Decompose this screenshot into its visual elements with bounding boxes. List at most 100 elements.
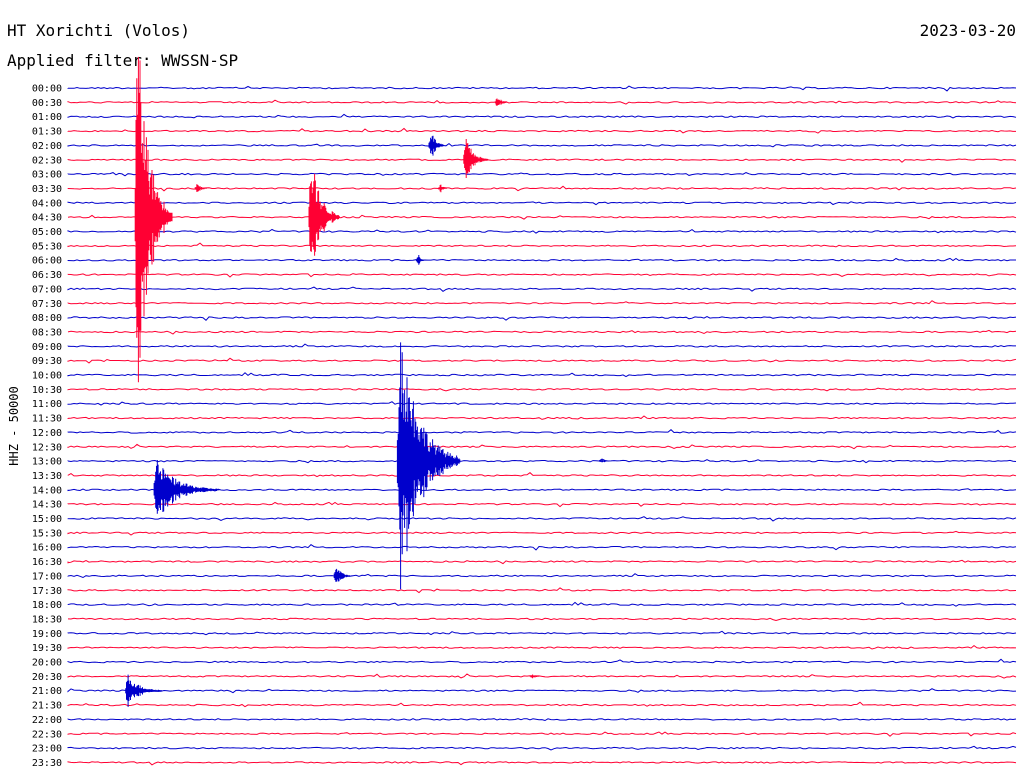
- row-label-1530: 15:30: [32, 528, 62, 539]
- trace-row-1830: [67, 617, 1017, 622]
- trace-row-0630: [67, 273, 1017, 278]
- trace-row-2230: [67, 731, 1017, 737]
- row-label-0200: 02:00: [32, 141, 62, 152]
- row-label-1630: 16:30: [32, 557, 62, 568]
- row-label-0100: 01:00: [32, 112, 62, 123]
- trace-row-2130: [67, 701, 1017, 708]
- trace-row-1500: [67, 516, 1017, 522]
- trace-row-0400: [67, 201, 1017, 206]
- trace-row-1430: [67, 501, 1017, 508]
- trace-row-0000: [67, 85, 1017, 92]
- trace-row-1100: [67, 401, 1017, 406]
- row-label-0530: 05:30: [32, 241, 62, 252]
- row-label-1930: 19:30: [32, 643, 62, 654]
- trace-row-0030: [67, 99, 1017, 105]
- trace-row-1330: [67, 472, 1017, 478]
- event-6: [494, 98, 508, 106]
- trace-row-0130: [67, 127, 1016, 134]
- row-label-0300: 03:00: [32, 170, 62, 181]
- row-label-2230: 22:30: [32, 729, 62, 740]
- trace-row-1800: [67, 601, 1017, 607]
- trace-row-1900: [67, 630, 1017, 636]
- row-label-1430: 14:30: [32, 500, 62, 511]
- row-label-1030: 10:30: [32, 385, 62, 396]
- row-label-0800: 08:00: [32, 313, 62, 324]
- event-9: [153, 460, 220, 514]
- helicorder-plot: 00:00 00:30 01:00 01:30 02:00 02:30 03:00 03:30…: [32, 56, 1017, 769]
- row-label-1130: 11:30: [32, 414, 62, 425]
- trace-row-2000: [67, 658, 1017, 664]
- event-12: [438, 184, 447, 193]
- row-label-0330: 03:30: [32, 184, 62, 195]
- row-label-0700: 07:00: [32, 284, 62, 295]
- trace-row-1930: [67, 644, 1017, 650]
- row-label-0830: 08:30: [32, 327, 62, 338]
- row-label-1230: 12:30: [32, 442, 62, 453]
- trace-row-2300: [67, 745, 1017, 751]
- row-label-0400: 04:00: [32, 198, 62, 209]
- row-label-1330: 13:30: [32, 471, 62, 482]
- event-7: [415, 255, 425, 265]
- row-label-1800: 18:00: [32, 600, 62, 611]
- trace-row-1530: [67, 530, 1017, 536]
- event-14: [529, 674, 546, 679]
- row-label-0600: 06:00: [32, 256, 62, 267]
- row-label-2200: 22:00: [32, 715, 62, 726]
- trace-row-1030: [67, 387, 1017, 392]
- trace-row-1130: [67, 415, 1017, 420]
- trace-row-0300: [67, 172, 1017, 177]
- row-label-1200: 12:00: [32, 428, 62, 439]
- event-8: [396, 342, 461, 590]
- trace-row-0100: [67, 113, 1017, 119]
- row-label-0430: 04:30: [32, 213, 62, 224]
- row-label-0630: 06:30: [32, 270, 62, 281]
- event-11: [125, 674, 163, 707]
- row-label-2030: 20:30: [32, 672, 62, 683]
- trace-row-0900: [67, 343, 1016, 348]
- event-4: [428, 135, 444, 156]
- trace-row-0700: [67, 286, 1017, 293]
- row-label-0500: 05:00: [32, 227, 62, 238]
- row-label-2300: 23:00: [32, 744, 62, 755]
- row-label-1830: 18:30: [32, 614, 62, 625]
- trace-row-0430: [67, 214, 1017, 220]
- row-label-2330: 23:30: [32, 758, 62, 769]
- row-label-1000: 10:00: [32, 371, 62, 382]
- trace-row-0600: [67, 257, 1016, 262]
- trace-row-0730: [67, 300, 1017, 305]
- trace-row-2200: [67, 718, 1017, 722]
- event-1: [134, 56, 173, 383]
- row-label-1730: 17:30: [32, 586, 62, 597]
- event-10: [333, 568, 353, 582]
- trace-row-0330: [67, 185, 1017, 192]
- trace-row-0530: [67, 242, 1017, 248]
- trace-row-0830: [67, 329, 1017, 335]
- row-label-0930: 09:30: [32, 356, 62, 367]
- trace-row-1200: [67, 429, 1017, 434]
- row-label-2130: 21:30: [32, 701, 62, 712]
- trace-row-2100: [67, 688, 1017, 694]
- row-label-0230: 02:30: [32, 155, 62, 166]
- trace-row-0500: [67, 228, 1017, 234]
- trace-row-2330: [67, 761, 1017, 766]
- row-label-1700: 17:00: [32, 571, 62, 582]
- row-label-2000: 20:00: [32, 658, 62, 669]
- row-label-2100: 21:00: [32, 686, 62, 697]
- row-label-1100: 11:00: [32, 399, 62, 410]
- trace-row-1000: [67, 372, 1017, 378]
- trace-row-1230: [67, 443, 1017, 450]
- trace-row-1630: [67, 559, 1017, 565]
- trace-row-0930: [67, 357, 1017, 364]
- row-label-1900: 19:00: [32, 629, 62, 640]
- event-2: [308, 173, 340, 256]
- trace-row-2030: [67, 673, 1017, 679]
- trace-row-0200: [67, 142, 1017, 148]
- trace-row-0230: [67, 158, 1017, 163]
- row-label-1400: 14:00: [32, 485, 62, 496]
- row-label-0900: 09:00: [32, 342, 62, 353]
- trace-row-0800: [67, 316, 1017, 322]
- trace-row-1730: [67, 587, 1017, 594]
- row-label-0000: 00:00: [32, 84, 62, 95]
- row-label-1300: 13:00: [32, 457, 62, 468]
- trace-row-1300: [67, 458, 1017, 464]
